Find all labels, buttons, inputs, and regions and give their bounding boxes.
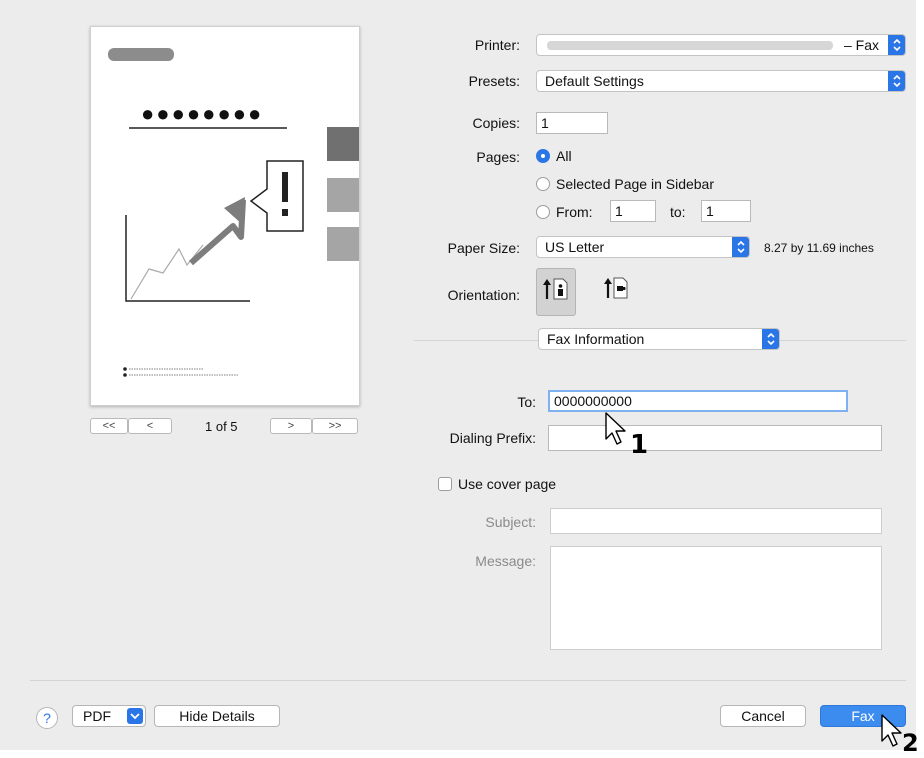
help-button[interactable]: ? <box>36 707 58 729</box>
pdf-label: PDF <box>83 708 111 724</box>
pages-to-field[interactable]: 1 <box>701 200 751 222</box>
message-field[interactable] <box>550 546 882 650</box>
dialing-prefix-field[interactable] <box>548 425 882 451</box>
cover-page-checkbox[interactable] <box>438 477 452 491</box>
paper-size-popup-arrows-icon <box>732 237 749 257</box>
pages-selected-label: Selected Page in Sidebar <box>556 176 714 192</box>
next-page-button[interactable]: > <box>270 418 312 434</box>
pages-label: Pages: <box>476 149 520 165</box>
message-label: Message: <box>475 553 536 569</box>
masked-heading: ●●●●●●●● <box>141 101 264 126</box>
hide-details-button[interactable]: Hide Details <box>154 705 280 727</box>
footer-divider <box>30 680 906 681</box>
portrait-icon <box>543 278 568 300</box>
dialing-prefix-label: Dialing Prefix: <box>449 430 536 446</box>
cover-page-label: Use cover page <box>458 476 557 492</box>
subject-label: Subject: <box>485 514 536 530</box>
pdf-button[interactable]: PDF <box>72 705 146 727</box>
presets-popup-arrows-icon <box>888 71 905 91</box>
print-dialog: ●●●●●●●● << < 1 of 5 > >> Printer: – Fax… <box>0 0 916 750</box>
pages-from-radio[interactable] <box>536 205 550 219</box>
printer-label: Printer: <box>474 37 520 53</box>
last-page-button[interactable]: >> <box>312 418 358 434</box>
pages-from-field[interactable]: 1 <box>610 200 656 222</box>
previous-page-button[interactable]: < <box>128 418 172 434</box>
pages-from-label: From: <box>556 204 593 220</box>
portrait-orientation-button[interactable] <box>536 268 576 316</box>
first-page-button[interactable]: << <box>90 418 128 434</box>
preview-graphic <box>108 48 359 377</box>
printer-name-redacted <box>547 41 833 50</box>
paper-size-value: US Letter <box>545 239 605 255</box>
section-popup-arrows-icon <box>762 329 779 349</box>
pdf-dropdown-icon <box>127 708 143 724</box>
printer-popup[interactable]: – Fax <box>536 34 906 56</box>
copies-field[interactable]: 1 <box>536 112 608 134</box>
page-preview: ●●●●●●●● <box>90 26 360 406</box>
landscape-orientation-button[interactable] <box>596 268 636 316</box>
pages-all-radio[interactable] <box>536 149 550 163</box>
step-1-marker: 1 <box>630 430 649 460</box>
section-popup[interactable]: Fax Information <box>538 328 780 350</box>
pages-to-label: to: <box>670 204 686 220</box>
section-popup-value: Fax Information <box>547 331 645 347</box>
fax-to-label: To: <box>517 394 536 410</box>
pages-all-label: All <box>556 148 572 164</box>
cancel-button[interactable]: Cancel <box>720 705 806 727</box>
presets-value: Default Settings <box>545 73 644 89</box>
subject-field[interactable] <box>550 508 882 534</box>
paper-size-label: Paper Size: <box>447 240 520 256</box>
step-2-marker: 2 <box>902 729 919 757</box>
paper-size-popup[interactable]: US Letter <box>536 236 750 258</box>
pages-selected-radio[interactable] <box>536 177 550 191</box>
presets-popup[interactable]: Default Settings <box>536 70 906 92</box>
copies-label: Copies: <box>472 115 520 131</box>
fax-to-field[interactable]: 0000000000 <box>548 390 848 412</box>
presets-label: Presets: <box>468 73 520 89</box>
orientation-label: Orientation: <box>447 287 520 303</box>
landscape-icon <box>604 277 628 299</box>
page-indicator: 1 of 5 <box>205 419 238 434</box>
paper-dimensions: 8.27 by 11.69 inches <box>764 241 874 255</box>
section-divider-right <box>780 340 906 341</box>
section-divider-left <box>414 340 538 341</box>
printer-value: – Fax <box>843 37 879 53</box>
printer-popup-arrows-icon <box>888 35 905 55</box>
